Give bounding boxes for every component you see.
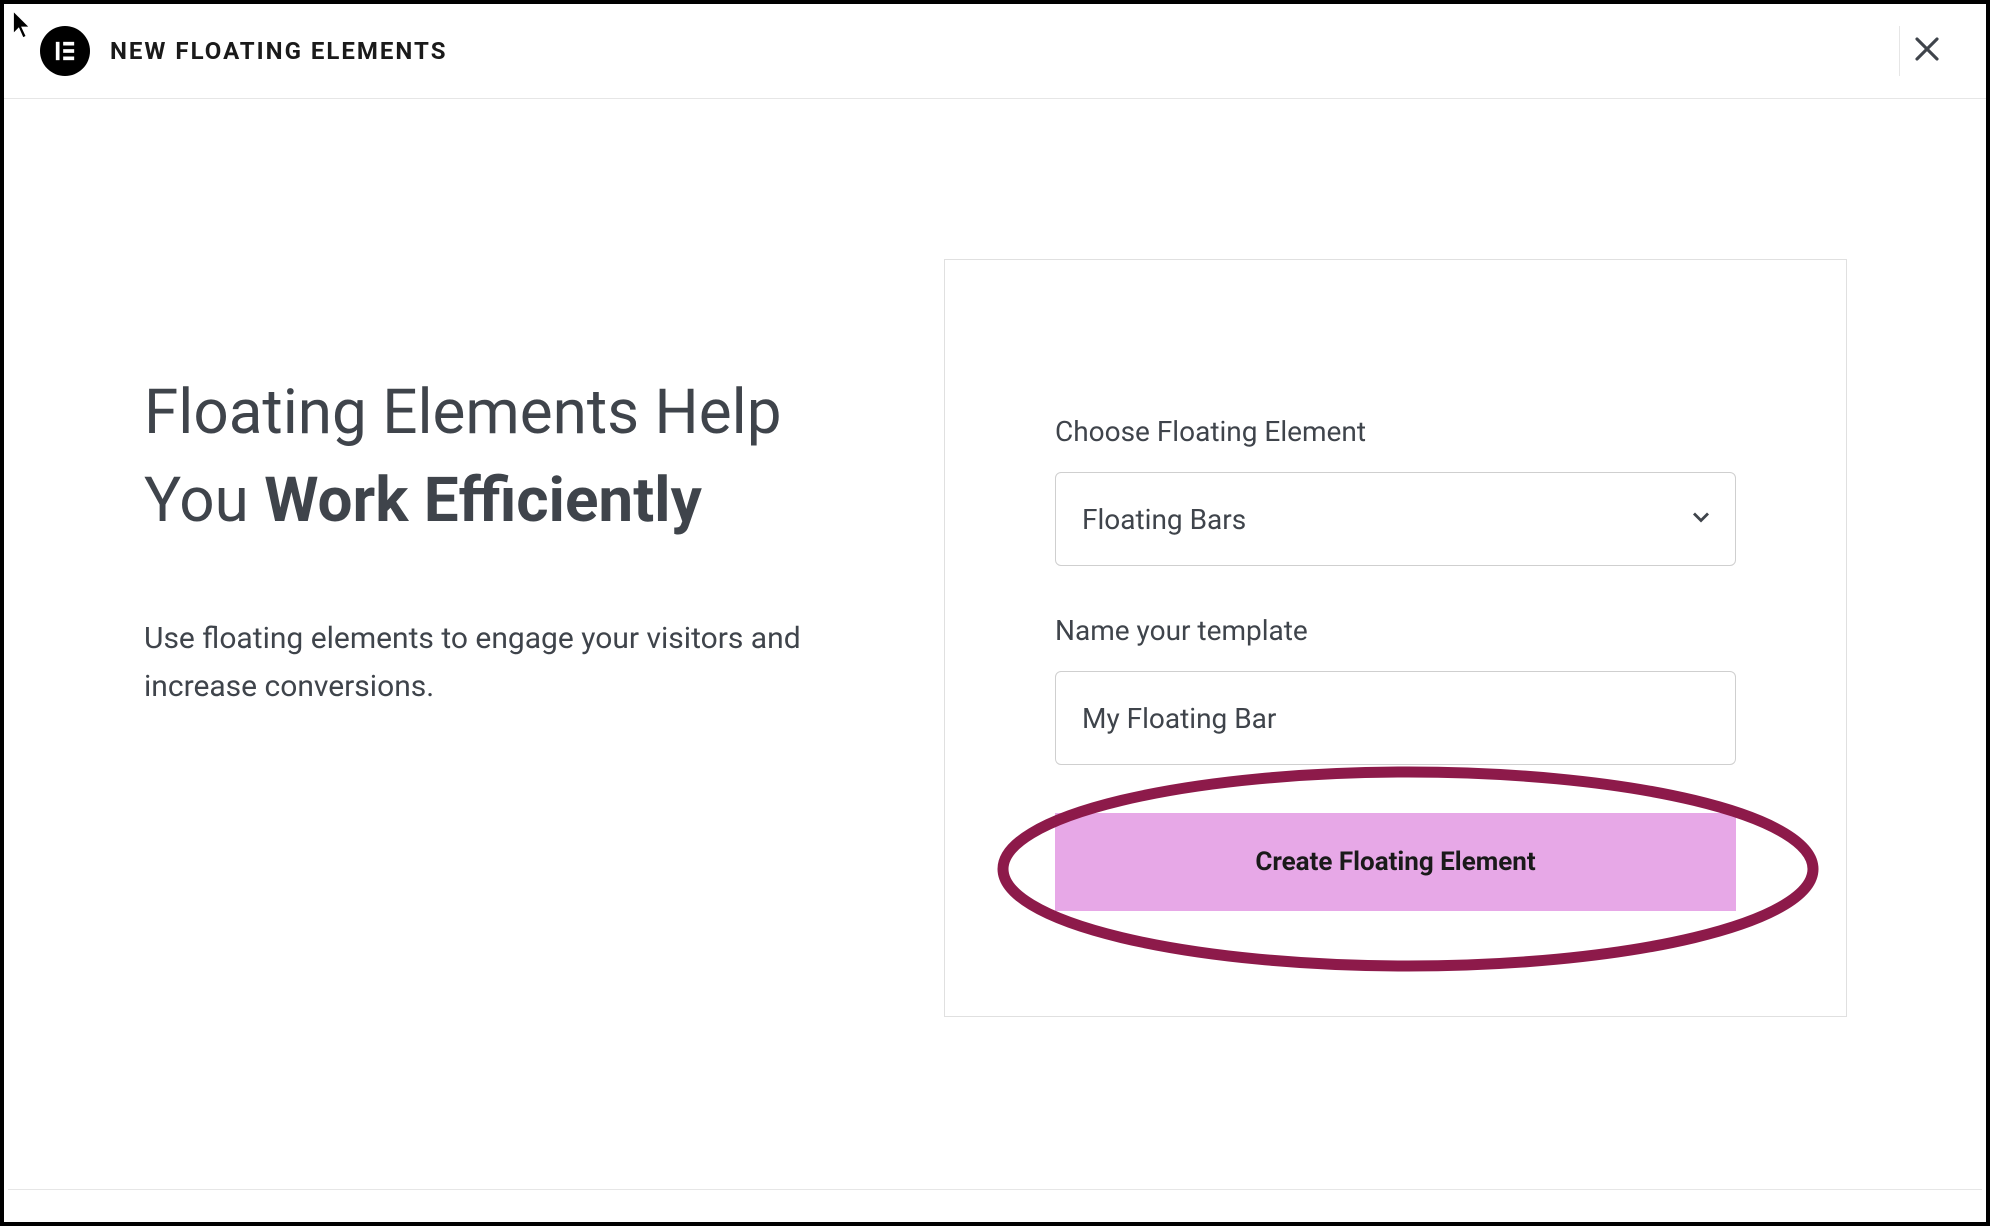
- template-name-label: Name your template: [1055, 614, 1736, 647]
- choose-element-select[interactable]: Floating Bars: [1055, 472, 1736, 566]
- close-icon: [1912, 34, 1942, 64]
- template-name-input[interactable]: [1055, 671, 1736, 765]
- form-panel: Choose Floating Element Floating Bars Na…: [944, 259, 1847, 1017]
- choose-element-label: Choose Floating Element: [1055, 415, 1736, 448]
- intro-subtext: Use floating elements to engage your vis…: [144, 615, 844, 711]
- header-left: NEW FLOATING ELEMENTS: [40, 26, 448, 76]
- create-floating-element-button[interactable]: Create Floating Element: [1055, 813, 1736, 911]
- headline-bold: Work Efficiently: [264, 464, 702, 537]
- footer-divider: [8, 1189, 1982, 1190]
- intro-headline: Floating Elements Help You Work Efficien…: [144, 369, 844, 545]
- elementor-logo-icon: [40, 26, 90, 76]
- dialog-content: Floating Elements Help You Work Efficien…: [4, 99, 1986, 1077]
- intro-panel: Floating Elements Help You Work Efficien…: [144, 259, 844, 711]
- choose-element-select-wrapper: Floating Bars: [1055, 472, 1736, 566]
- dialog-title: NEW FLOATING ELEMENTS: [110, 37, 448, 65]
- close-button[interactable]: [1899, 26, 1954, 76]
- dialog-header: NEW FLOATING ELEMENTS: [4, 4, 1986, 99]
